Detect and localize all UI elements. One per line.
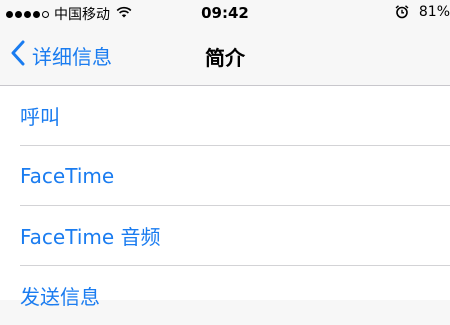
- alarm-icon: [395, 5, 409, 19]
- navigation-bar: 详细信息 简介: [0, 28, 450, 86]
- facetime-audio-action[interactable]: FaceTime 音频: [20, 206, 450, 266]
- status-time: 09:42: [201, 4, 249, 22]
- list-item-label: 呼叫: [20, 105, 60, 129]
- send-message-action[interactable]: 发送信息: [20, 266, 450, 325]
- list-item-label: 发送信息: [20, 285, 100, 309]
- action-list: 呼叫 FaceTime FaceTime 音频 发送信息: [0, 86, 450, 309]
- status-bar-right: 81%: [395, 4, 450, 20]
- status-bar: 中国移动 09:42 81%: [0, 0, 450, 28]
- facetime-action[interactable]: FaceTime: [20, 146, 450, 206]
- list-item-label: FaceTime 音频: [20, 225, 161, 249]
- call-action[interactable]: 呼叫: [20, 86, 450, 146]
- page-title: 简介: [205, 46, 245, 70]
- battery-percent: 81%: [418, 4, 450, 20]
- list-item-label: FaceTime: [20, 163, 115, 188]
